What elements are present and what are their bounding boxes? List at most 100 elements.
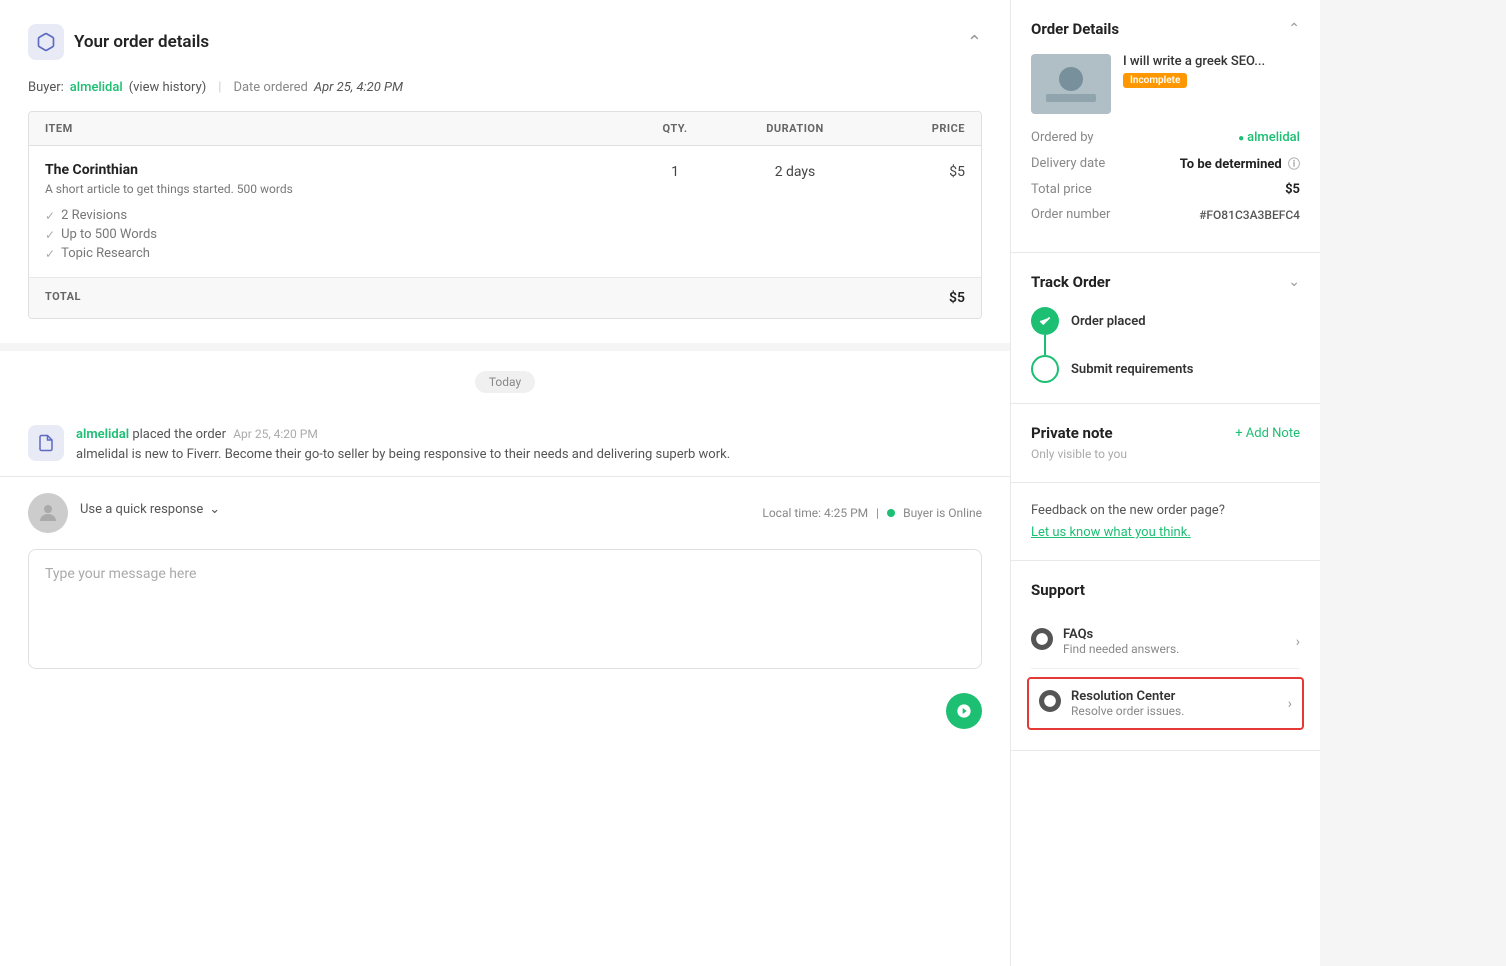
order-card-info: I will write a greek SEO... Incomplete (1123, 54, 1300, 88)
track-connector (1044, 335, 1046, 355)
resolution-icon (1039, 690, 1061, 712)
support-title: Support (1031, 581, 1085, 599)
item-details: The Corinthian A short article to get th… (45, 162, 625, 261)
avatar (28, 493, 68, 533)
resolution-text: Resolution Center Resolve order issues. (1071, 689, 1184, 718)
buyer-link[interactable]: almelidal (70, 80, 123, 95)
track-step-complete-icon (1031, 307, 1059, 335)
sidebar-chevron-up-icon[interactable]: ⌃ (1288, 21, 1300, 37)
track-step-1-label: Order placed (1071, 314, 1146, 329)
table-header: ITEM QTY. DURATION PRICE (29, 112, 981, 146)
cell-duration: 2 days (725, 162, 865, 261)
resolution-center-item[interactable]: Resolution Center Resolve order issues. … (1027, 677, 1304, 730)
support-header: Support (1031, 581, 1300, 599)
col-item: ITEM (45, 122, 625, 135)
feedback-section: Feedback on the new order page? Let us k… (1011, 483, 1320, 561)
activity-user[interactable]: almelidal (76, 427, 129, 442)
support-section: Support FAQs Find needed answers. › (1011, 561, 1320, 751)
activity-text: almelidal placed the order Apr 25, 4:20 … (76, 425, 730, 464)
total-price-value: $5 (1285, 182, 1300, 197)
check-icon-1: ✓ (45, 209, 55, 223)
total-label: TOTAL (45, 290, 625, 306)
chat-section: Today almelidal placed the order Apr 25,… (0, 351, 1010, 966)
track-steps: Order placed Submit requirements (1031, 307, 1300, 383)
faqs-subtitle: Find needed answers. (1063, 642, 1179, 656)
chevron-up-icon[interactable]: ⌃ (967, 32, 982, 53)
item-desc: A short article to get things started. 5… (45, 182, 625, 196)
message-input-area[interactable]: Type your message here (28, 549, 982, 669)
feature-words: ✓ Up to 500 Words (45, 227, 625, 242)
check-icon-2: ✓ (45, 228, 55, 242)
total-price-row: Total price $5 (1031, 182, 1300, 197)
resolution-subtitle: Resolve order issues. (1071, 704, 1184, 718)
chevron-down-icon: ⌄ (209, 502, 220, 517)
track-order-title: Track Order (1031, 273, 1110, 291)
sidebar-order-details: Order Details ⌃ I will write a greek SEO… (1011, 0, 1320, 253)
order-number-row: Order number #FO81C3A3BEFC4 (1031, 207, 1300, 222)
today-divider: Today (0, 351, 1010, 413)
support-faqs-left: FAQs Find needed answers. (1031, 627, 1179, 656)
delivery-date-row: Delivery date To be determined ⓘ (1031, 155, 1300, 172)
composer-toolbar (0, 685, 1010, 737)
private-note-title: Private note (1031, 424, 1113, 442)
feedback-text: Feedback on the new order page? (1031, 503, 1300, 518)
order-details-section: Your order details ⌃ Buyer: almelidal (v… (0, 0, 1010, 351)
delivery-date-label: Delivery date (1031, 156, 1105, 171)
order-card: I will write a greek SEO... Incomplete (1031, 54, 1300, 114)
feature-research: ✓ Topic Research (45, 246, 625, 261)
order-thumbnail (1031, 54, 1111, 114)
total-price-label: Total price (1031, 182, 1092, 197)
feedback-link[interactable]: Let us know what you think. (1031, 525, 1191, 540)
item-features: ✓ 2 Revisions ✓ Up to 500 Words ✓ Topic … (45, 208, 625, 261)
info-icon: ⓘ (1288, 157, 1300, 171)
order-number-label: Order number (1031, 207, 1110, 222)
buyer-status: Buyer is Online (903, 506, 982, 520)
order-meta: Ordered by ●almelidal Delivery date To b… (1031, 130, 1300, 222)
date-label: Date ordered (233, 80, 307, 95)
quick-response-dropdown[interactable]: Use a quick response ⌄ (80, 502, 750, 517)
buyer-row: Buyer: almelidal (view history) | Date o… (28, 80, 982, 95)
track-chevron-down-icon[interactable]: ⌄ (1288, 274, 1300, 290)
resolution-chevron-icon: › (1288, 696, 1292, 712)
sidebar-order-details-title: Order Details (1031, 20, 1119, 38)
track-step-2: Submit requirements (1031, 355, 1300, 383)
date-value: Apr 25, 4:20 PM (314, 80, 403, 95)
track-step-2-label: Submit requirements (1071, 362, 1193, 377)
right-sidebar: Order Details ⌃ I will write a greek SEO… (1010, 0, 1320, 966)
col-duration: DURATION (725, 122, 865, 135)
track-step-pending-icon (1031, 355, 1059, 383)
faqs-text: FAQs Find needed answers. (1063, 627, 1179, 656)
main-content: Your order details ⌃ Buyer: almelidal (v… (0, 0, 1010, 966)
ordered-by-label: Ordered by (1031, 130, 1094, 145)
table-total-row: TOTAL $5 (29, 278, 981, 318)
local-time: Local time: 4:25 PM (762, 506, 868, 520)
track-order-section: Track Order ⌄ Order placed Submit requir… (1011, 253, 1320, 404)
view-history-link[interactable]: (view history) (129, 80, 207, 95)
col-price: PRICE (865, 122, 965, 135)
incomplete-badge: Incomplete (1123, 73, 1187, 88)
resolution-title: Resolution Center (1071, 689, 1184, 704)
ordered-by-value: ●almelidal (1238, 130, 1300, 145)
buyer-label: Buyer: (28, 80, 64, 95)
support-faqs-item[interactable]: FAQs Find needed answers. › (1031, 615, 1300, 669)
send-button[interactable] (946, 693, 982, 729)
online-indicator (887, 509, 895, 517)
activity-time: Apr 25, 4:20 PM (233, 427, 318, 441)
faqs-chevron-icon: › (1296, 634, 1300, 650)
private-note-section: Private note + Add Note Only visible to … (1011, 404, 1320, 483)
message-placeholder: Type your message here (45, 566, 196, 582)
faqs-title: FAQs (1063, 627, 1179, 642)
cell-price: $5 (865, 162, 965, 261)
track-order-header: Track Order ⌄ (1031, 273, 1300, 291)
item-name: The Corinthian (45, 162, 625, 178)
today-badge: Today (475, 371, 535, 393)
ordered-by-row: Ordered by ●almelidal (1031, 130, 1300, 145)
order-table: ITEM QTY. DURATION PRICE The Corinthian … (28, 111, 982, 319)
private-note-header: Private note + Add Note (1031, 424, 1300, 442)
composer-meta: Local time: 4:25 PM | Buyer is Online (762, 506, 982, 520)
cell-qty: 1 (625, 162, 725, 261)
activity-doc-icon (28, 425, 64, 461)
add-note-button[interactable]: + Add Note (1235, 426, 1300, 441)
order-card-title: I will write a greek SEO... (1123, 54, 1300, 69)
separator-pipe: | (876, 506, 879, 520)
